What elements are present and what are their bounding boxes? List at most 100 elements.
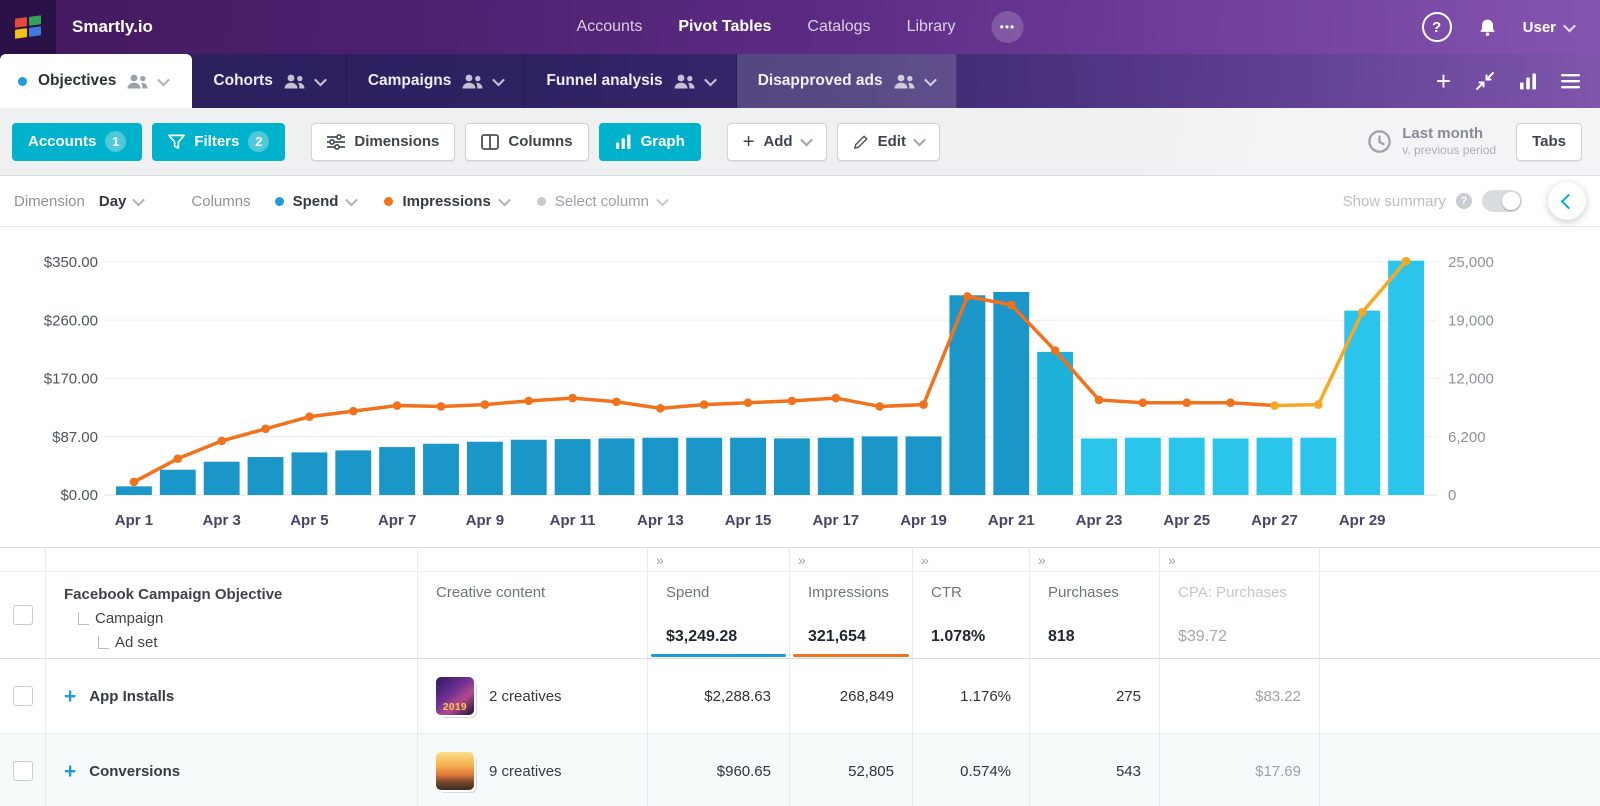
nav-catalogs[interactable]: Catalogs xyxy=(807,18,870,36)
more-menu-button[interactable]: ••• xyxy=(991,11,1023,43)
column-header-spend[interactable]: Spend $3,249.28 xyxy=(648,572,790,658)
chart-canvas[interactable]: $350.0025,000$260.0019,000$170.0012,000$… xyxy=(0,227,1600,547)
nav-accounts[interactable]: Accounts xyxy=(577,18,643,36)
accounts-button[interactable]: Accounts 1 xyxy=(12,123,142,161)
expand-column-icon[interactable]: » xyxy=(921,553,929,567)
show-summary-toggle[interactable] xyxy=(1482,190,1522,212)
cell-impressions: 268,849 xyxy=(790,659,913,733)
chevron-down-icon[interactable] xyxy=(924,73,937,86)
svg-text:Apr 7: Apr 7 xyxy=(378,512,416,529)
chevron-down-icon[interactable] xyxy=(158,73,171,86)
show-summary-label: Show summary xyxy=(1343,193,1446,210)
creative-thumbnail[interactable] xyxy=(436,752,474,790)
new-tab-button[interactable]: + xyxy=(1436,68,1451,94)
table-header-row: Facebook Campaign Objective Campaign Ad … xyxy=(0,572,1600,659)
svg-text:$260.00: $260.00 xyxy=(44,312,98,329)
tab-label: Funnel analysis xyxy=(546,72,662,90)
column-selector-impressions[interactable]: Impressions xyxy=(384,193,508,210)
dimensions-button[interactable]: Dimensions xyxy=(311,123,455,161)
column-label: Spend xyxy=(666,584,709,601)
edit-button[interactable]: Edit xyxy=(837,123,940,161)
expand-column-icon[interactable]: » xyxy=(656,553,664,567)
svg-text:$0.00: $0.00 xyxy=(60,487,98,504)
history-clock-icon xyxy=(1366,128,1393,155)
filters-button-label: Filters xyxy=(194,133,239,150)
expand-column-icon[interactable]: » xyxy=(1168,553,1176,567)
graph-icon xyxy=(615,134,632,149)
table-row[interactable]: + Conversions 9 creatives $960.65 52,805… xyxy=(0,734,1600,806)
smartly-logo[interactable] xyxy=(0,0,56,54)
help-icon[interactable]: ? xyxy=(1422,12,1452,42)
svg-text:0: 0 xyxy=(1448,487,1456,504)
expand-row-icon[interactable]: + xyxy=(64,761,76,782)
collapse-panel-button[interactable] xyxy=(1548,182,1586,220)
column-selector-empty[interactable]: Select column xyxy=(537,193,667,210)
collapse-view-icon[interactable] xyxy=(1475,71,1495,91)
chevron-down-icon xyxy=(498,193,511,206)
select-all-checkbox[interactable] xyxy=(13,605,33,625)
chart-view-icon[interactable] xyxy=(1519,73,1537,90)
columns-icon xyxy=(481,134,499,150)
chevron-down-icon[interactable] xyxy=(314,73,327,86)
tab-objectives[interactable]: Objectives xyxy=(0,54,192,108)
toolbar-right: Last month v. previous period Tabs xyxy=(1366,123,1588,161)
add-button[interactable]: + Add xyxy=(727,123,827,161)
brand-name[interactable]: Smartly.io xyxy=(72,17,153,37)
column-header-cpa[interactable]: CPA: Purchases $39.72 xyxy=(1160,572,1320,658)
creative-thumbnail[interactable]: 2019 xyxy=(436,677,474,715)
column-header-purchases[interactable]: Purchases 818 xyxy=(1030,572,1160,658)
top-nav-bar: Smartly.io Accounts Pivot Tables Catalog… xyxy=(0,0,1600,54)
selector-label: Spend xyxy=(293,193,339,210)
chevron-down-icon xyxy=(1563,19,1576,32)
cell-spend: $960.65 xyxy=(648,734,790,806)
help-tooltip-icon[interactable]: ? xyxy=(1456,193,1472,209)
user-menu[interactable]: User xyxy=(1523,19,1574,36)
tab-label: Disapproved ads xyxy=(758,72,883,90)
notifications-bell-icon[interactable] xyxy=(1478,17,1497,38)
expand-column-icon[interactable]: » xyxy=(1038,553,1046,567)
tree-elbow xyxy=(78,612,89,625)
summary-purchases: 818 xyxy=(1048,628,1075,646)
graph-button[interactable]: Graph xyxy=(599,123,701,161)
hamburger-menu-icon[interactable] xyxy=(1561,74,1580,89)
cell-ctr: 1.176% xyxy=(913,659,1030,733)
row-checkbox[interactable] xyxy=(13,686,33,706)
objective-name: Conversions xyxy=(89,763,180,780)
tab-campaigns[interactable]: Campaigns xyxy=(347,54,526,108)
columns-button[interactable]: Columns xyxy=(465,123,588,161)
column-header-impressions[interactable]: Impressions 321,654 xyxy=(790,572,913,658)
chevron-down-icon xyxy=(800,134,813,147)
dimension-select[interactable]: Day xyxy=(99,193,144,210)
accounts-button-label: Accounts xyxy=(28,133,96,150)
hierarchy-level-3: Ad set xyxy=(115,632,158,653)
chevron-down-icon xyxy=(913,134,926,147)
tab-cohorts[interactable]: Cohorts xyxy=(192,54,346,108)
table-row[interactable]: + App Installs 2019 2 creatives $2,288.6… xyxy=(0,659,1600,734)
expand-row-icon[interactable]: + xyxy=(64,686,76,707)
empty-series-dot xyxy=(537,197,546,206)
filters-button[interactable]: Filters 2 xyxy=(152,123,285,161)
summary-ctr: 1.078% xyxy=(931,628,985,646)
row-checkbox[interactable] xyxy=(13,761,33,781)
summary-spend: $3,249.28 xyxy=(666,628,737,646)
shared-users-icon xyxy=(462,74,483,89)
nav-library[interactable]: Library xyxy=(907,18,956,36)
expand-column-icon[interactable]: » xyxy=(798,553,806,567)
graph-button-label: Graph xyxy=(641,133,685,150)
date-range-selector[interactable]: Last month v. previous period xyxy=(1366,125,1496,157)
chevron-down-icon[interactable] xyxy=(704,73,717,86)
plus-icon: + xyxy=(743,132,755,152)
column-header-ctr[interactable]: CTR 1.078% xyxy=(913,572,1030,658)
selector-label: Impressions xyxy=(402,193,490,210)
chevron-down-icon[interactable] xyxy=(493,73,506,86)
thumbnail-text: 2019 xyxy=(443,700,467,715)
tab-funnel-analysis[interactable]: Funnel analysis xyxy=(525,54,736,108)
column-selector-spend[interactable]: Spend xyxy=(275,193,357,210)
pencil-icon xyxy=(853,134,869,150)
add-button-label: Add xyxy=(763,133,792,150)
tabs-button[interactable]: Tabs xyxy=(1516,123,1582,161)
tab-disapproved-ads[interactable]: Disapproved ads xyxy=(737,54,957,108)
pivot-tab-bar: Objectives Cohorts Campaigns Funnel anal… xyxy=(0,54,1600,108)
svg-text:25,000: 25,000 xyxy=(1448,254,1494,271)
nav-pivot-tables[interactable]: Pivot Tables xyxy=(678,18,771,36)
